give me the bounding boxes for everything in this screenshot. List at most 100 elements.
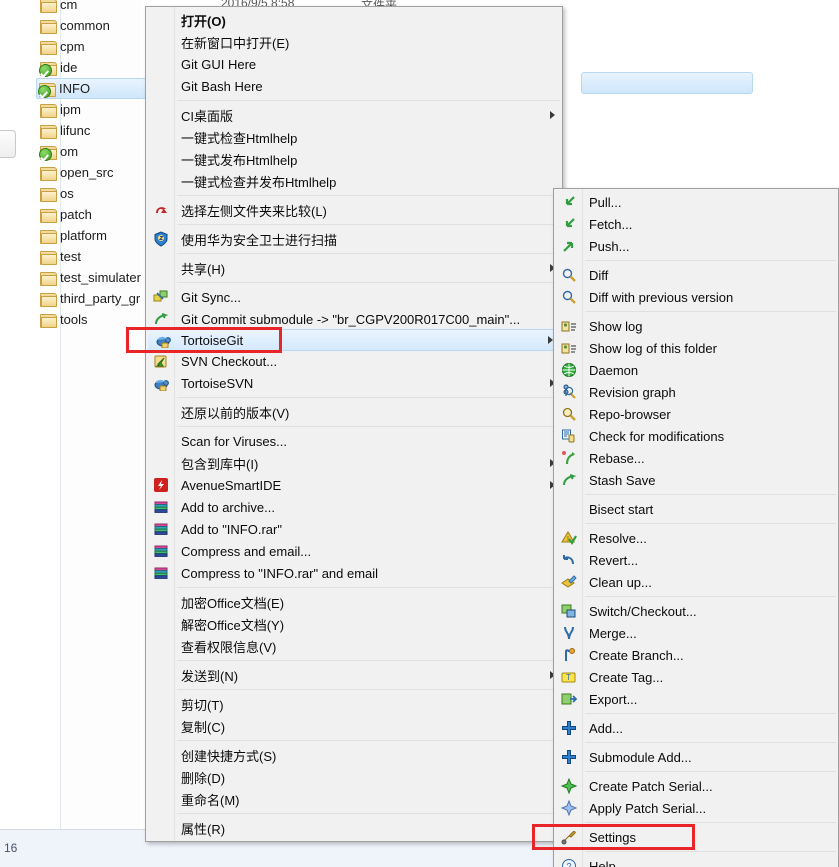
context-menu-item[interactable]: 加密Office文档(E) [146, 591, 562, 613]
tree-item[interactable]: common [38, 15, 110, 36]
submenu-item-label: Export... [589, 691, 638, 707]
context-menu-item[interactable]: 一键式检查Htmlhelp [146, 126, 562, 148]
context-menu-item[interactable]: Compress to "INFO.rar" and email [146, 562, 562, 584]
context-menu-item[interactable]: 在新窗口中打开(E) [146, 31, 562, 53]
revert-icon [561, 552, 577, 568]
tree-item[interactable]: ipm [38, 99, 81, 120]
context-menu-item-label: Scan for Viruses... [181, 433, 287, 449]
tree-item[interactable]: lifunc [38, 120, 90, 141]
context-menu-item[interactable]: 共享(H) [146, 257, 562, 279]
context-menu-item[interactable]: Add to "INFO.rar" [146, 518, 562, 540]
submenu-item-label: Fetch... [589, 216, 633, 232]
context-menu-item[interactable]: 使用华为安全卫士进行扫描 [146, 228, 562, 250]
tree-item[interactable]: ide [38, 57, 77, 78]
submenu-item[interactable]: Submodule Add... [554, 746, 838, 768]
submenu-item[interactable]: Clean up... [554, 571, 838, 593]
submenu-item[interactable]: Show log [554, 315, 838, 337]
context-menu-item[interactable]: Scan for Viruses... [146, 430, 562, 452]
submenu-item[interactable]: Rebase... [554, 447, 838, 469]
submenu-item-label: Resolve... [589, 530, 647, 546]
log-icon [561, 340, 577, 356]
context-menu-item[interactable]: 打开(O) [146, 9, 562, 31]
context-menu-item[interactable]: Git GUI Here [146, 53, 562, 75]
submenu-item[interactable]: Bisect start [554, 498, 838, 520]
submenu-item[interactable]: Stash Save [554, 469, 838, 491]
folder-icon [40, 124, 57, 139]
tortoise-svn-icon [153, 375, 169, 391]
menu-separator [585, 713, 836, 714]
submenu-item[interactable]: Apply Patch Serial... [554, 797, 838, 819]
submenu-item[interactable]: Merge... [554, 622, 838, 644]
tree-item[interactable]: test [38, 246, 81, 267]
shield-icon [153, 231, 169, 247]
navpane-chip[interactable] [0, 130, 16, 158]
submenu-item[interactable]: Switch/Checkout... [554, 600, 838, 622]
submenu-item[interactable]: Pull... [554, 191, 838, 213]
context-menu-item[interactable]: 一键式检查并发布Htmlhelp [146, 170, 562, 192]
tree-item-label: test [60, 249, 81, 264]
submenu-item[interactable]: ? Help [554, 855, 838, 867]
tortoisegit-submenu[interactable]: Pull... Fetch... Push... Diff Diff with prev… [553, 188, 839, 867]
context-menu-item[interactable]: Git Sync... [146, 286, 562, 308]
tree-item[interactable]: cpm [38, 36, 85, 57]
context-menu-item[interactable]: 复制(C) [146, 715, 562, 737]
tree-item-label: cpm [60, 39, 85, 54]
context-menu-item-label: Compress and email... [181, 543, 312, 559]
submenu-item[interactable]: Check for modifications [554, 425, 838, 447]
context-menu-item[interactable]: SVN Checkout... [146, 350, 562, 372]
context-menu-item[interactable]: 属性(R) [146, 817, 562, 839]
submenu-item[interactable]: Diff [554, 264, 838, 286]
context-menu-item[interactable]: 查看权限信息(V) [146, 635, 562, 657]
submenu-item[interactable]: T Create Tag... [554, 666, 838, 688]
context-menu-item[interactable]: TortoiseSVN [146, 372, 562, 394]
submenu-item[interactable]: ! Resolve... [554, 527, 838, 549]
submenu-item[interactable]: Show log of this folder [554, 337, 838, 359]
folder-icon [40, 40, 57, 55]
context-menu-item[interactable]: 剪切(T) [146, 693, 562, 715]
context-menu-item[interactable]: 包含到库中(I) [146, 452, 562, 474]
submenu-item[interactable]: Create Patch Serial... [554, 775, 838, 797]
context-menu-item[interactable]: 重命名(M) [146, 788, 562, 810]
menu-separator [585, 311, 836, 312]
context-menu-item[interactable]: CI桌面版 [146, 104, 562, 126]
context-menu-item[interactable]: Git Bash Here [146, 75, 562, 97]
context-menu-item-label: 发送到(N) [181, 668, 239, 684]
submenu-item[interactable]: Revision graph [554, 381, 838, 403]
submenu-item[interactable]: Diff with previous version [554, 286, 838, 308]
tree-item[interactable]: open_src [38, 162, 113, 183]
submenu-item[interactable]: Create Branch... [554, 644, 838, 666]
explorer-context-menu[interactable]: 打开(O) 在新窗口中打开(E) Git GUI Here Git Bash Here… [145, 6, 563, 842]
submenu-item-label: Submodule Add... [589, 749, 692, 765]
context-menu-item-label: Git Commit submodule -> "br_CGPV200R017C… [181, 311, 521, 327]
tree-item[interactable]: patch [38, 204, 92, 225]
submenu-item[interactable]: Repo-browser [554, 403, 838, 425]
tree-item[interactable]: om [38, 141, 78, 162]
submenu-item-label: Diff with previous version [589, 289, 734, 305]
tree-item[interactable]: cm [38, 0, 77, 15]
tree-item[interactable]: INFO [36, 78, 146, 99]
context-menu-item-label: AvenueSmartIDE [181, 477, 282, 493]
context-menu-item[interactable]: AvenueSmartIDE [146, 474, 562, 496]
tree-item[interactable]: third_party_gr [38, 288, 140, 309]
context-menu-item[interactable]: 创建快捷方式(S) [146, 744, 562, 766]
submenu-item[interactable]: Push... [554, 235, 838, 257]
tree-item[interactable]: test_simulater [38, 267, 141, 288]
context-menu-item[interactable]: Compress and email... [146, 540, 562, 562]
submenu-item[interactable]: Fetch... [554, 213, 838, 235]
context-menu-item[interactable]: 解密Office文档(Y) [146, 613, 562, 635]
tree-item[interactable]: os [38, 183, 74, 204]
context-menu-item[interactable]: 发送到(N) [146, 664, 562, 686]
context-menu-item[interactable]: 还原以前的版本(V) [146, 401, 562, 423]
submenu-item[interactable]: Add... [554, 717, 838, 739]
context-menu-item[interactable]: 选择左侧文件夹来比较(L) [146, 199, 562, 221]
submenu-item[interactable]: Revert... [554, 549, 838, 571]
context-menu-item[interactable]: 一键式发布Htmlhelp [146, 148, 562, 170]
submenu-item[interactable]: Daemon [554, 359, 838, 381]
file-list-selected-row[interactable] [581, 72, 753, 94]
menu-separator [177, 253, 560, 254]
context-menu-item[interactable]: Add to archive... [146, 496, 562, 518]
submenu-item[interactable]: Export... [554, 688, 838, 710]
tree-item[interactable]: platform [38, 225, 107, 246]
context-menu-item[interactable]: 删除(D) [146, 766, 562, 788]
tree-item[interactable]: tools [38, 309, 87, 330]
